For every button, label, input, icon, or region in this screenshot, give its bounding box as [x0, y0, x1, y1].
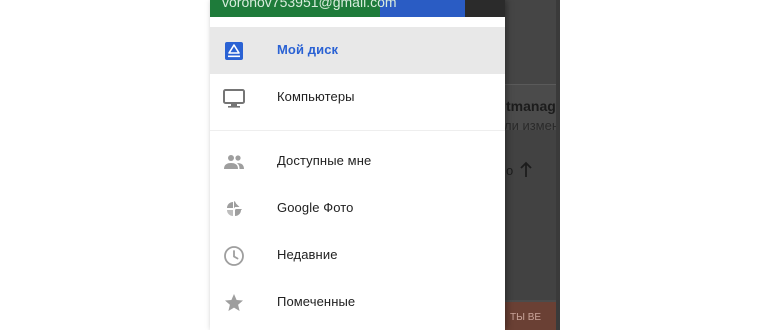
nav-item-label: Недавние	[277, 247, 338, 262]
nav-divider	[210, 130, 505, 131]
account-email: voronov753951@gmail.com	[222, 0, 397, 10]
drive-icon	[225, 42, 243, 60]
nav-item-recent[interactable]: Недавние	[210, 232, 505, 279]
backdrop-thumbnail-text: ТЫ ВЕ	[510, 312, 542, 323]
nav-item-computers[interactable]: Компьютеры	[210, 74, 505, 121]
backdrop-file-subtitle: ли измен	[504, 118, 560, 133]
screen: tmanage ли измен о ТЫ ВЕ voronov753951@g…	[0, 0, 770, 330]
nav-item-label: Google Фото	[277, 200, 354, 215]
nav-item-starred[interactable]: Помеченные	[210, 279, 505, 326]
nav-item-google-photos[interactable]: Google Фото	[210, 185, 505, 232]
backdrop-sort-label: о	[506, 163, 514, 178]
computer-icon	[223, 89, 245, 108]
nav-item-label: Компьютеры	[277, 89, 355, 104]
backdrop-file-title: tmanage	[506, 98, 560, 114]
star-icon	[225, 294, 243, 311]
google-photos-icon	[227, 201, 242, 216]
nav-item-label: Помеченные	[277, 294, 356, 309]
header-spacer	[210, 17, 505, 27]
nav-item-shared-with-me[interactable]: Доступные мне	[210, 138, 505, 185]
account-header[interactable]: voronov753951@gmail.com	[210, 0, 505, 17]
nav-item-label: Мой диск	[277, 42, 339, 57]
nav-item-my-drive[interactable]: Мой диск	[210, 27, 505, 74]
people-icon	[224, 155, 244, 169]
navigation-drawer: voronov753951@gmail.com Мой диск Компьют…	[210, 0, 505, 330]
header-decoration-dark	[465, 0, 505, 17]
backdrop-edge	[556, 0, 560, 330]
nav-item-label: Доступные мне	[277, 153, 372, 168]
clock-icon	[224, 246, 244, 266]
arrow-up-icon	[520, 161, 532, 177]
